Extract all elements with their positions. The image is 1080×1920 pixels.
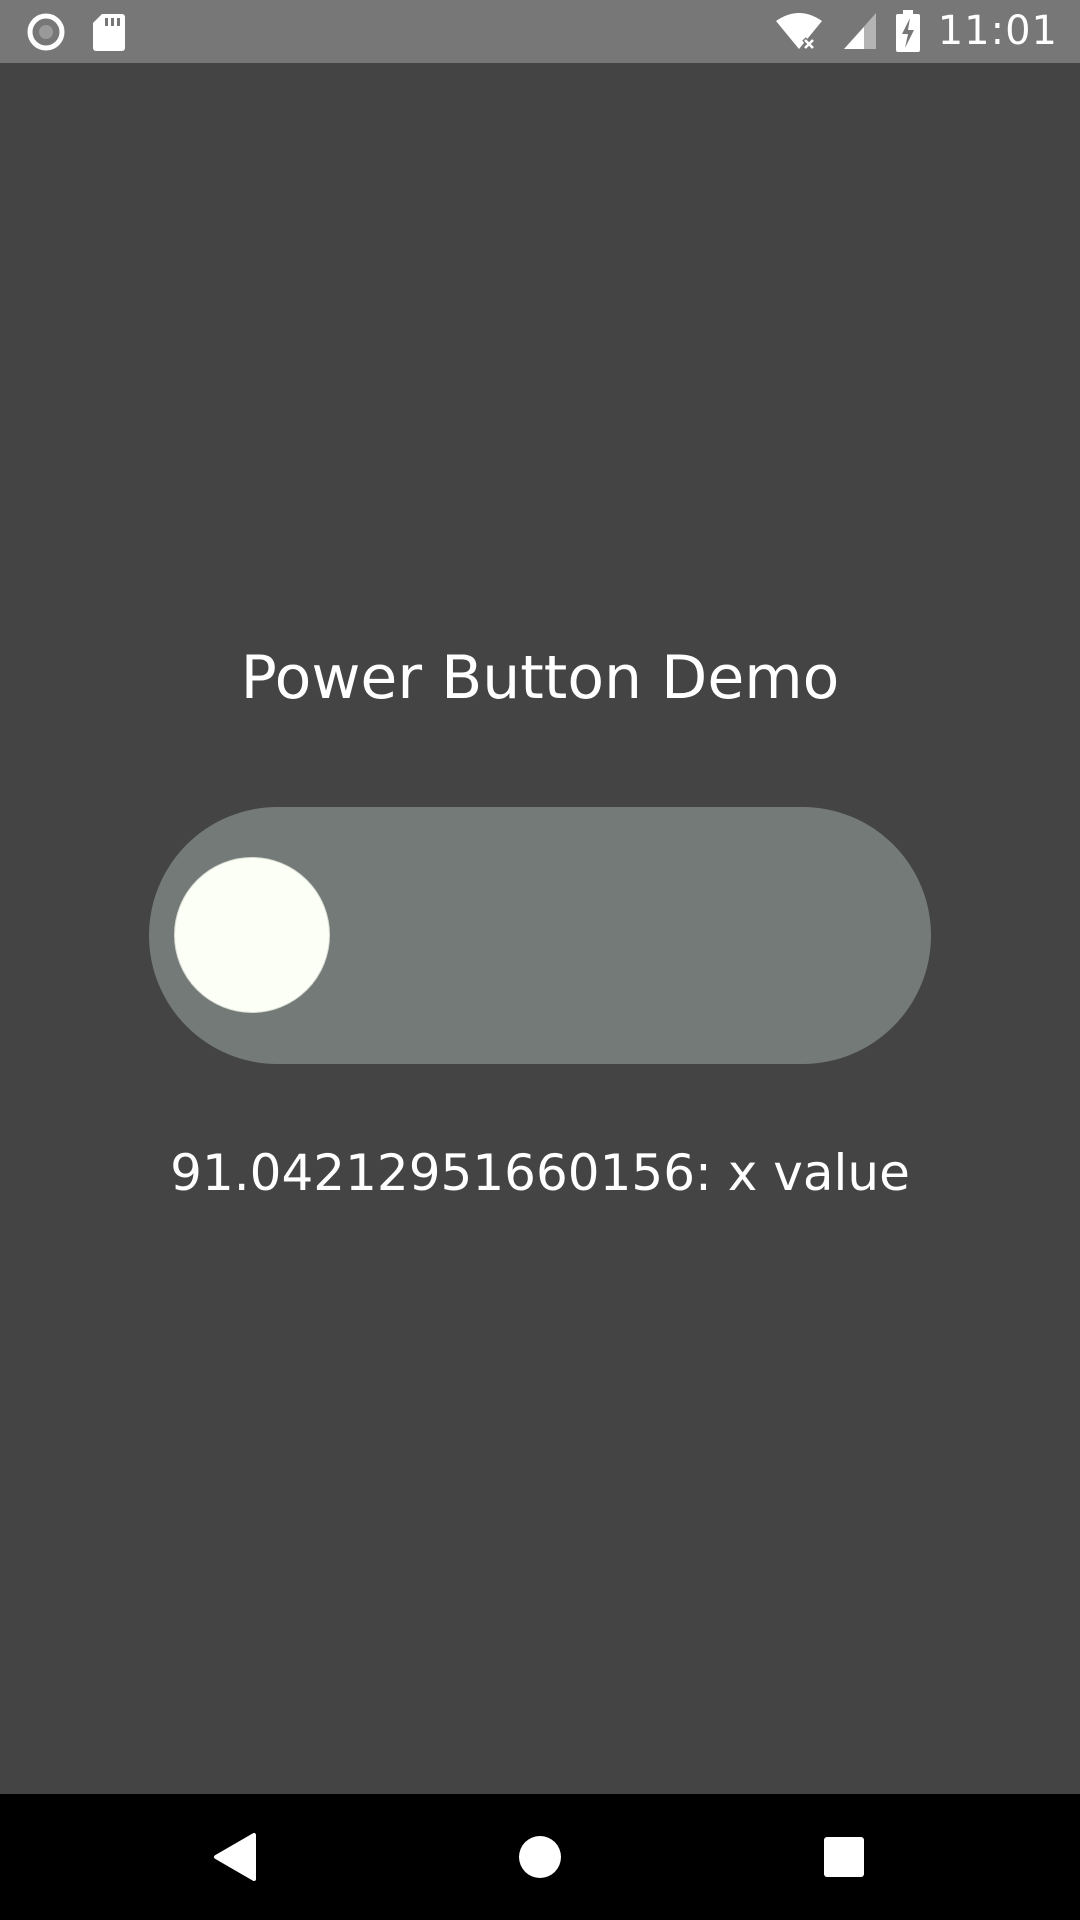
- main-content: Power Button Demo 91.04212951660156: x v…: [0, 63, 1080, 1794]
- home-icon: [510, 1827, 570, 1887]
- record-icon: [26, 12, 66, 52]
- page-title: Power Button Demo: [240, 643, 840, 713]
- power-toggle[interactable]: [149, 807, 931, 1064]
- status-bar-right: 11:01: [774, 8, 1058, 54]
- battery-charging-icon: [895, 10, 920, 52]
- status-time: 11:01: [937, 8, 1058, 54]
- wifi-no-internet-icon: [774, 11, 824, 51]
- back-button[interactable]: [206, 1827, 266, 1887]
- back-icon: [206, 1827, 266, 1887]
- recents-icon: [814, 1827, 874, 1887]
- recents-button[interactable]: [814, 1827, 874, 1887]
- cell-signal-icon: [842, 11, 878, 51]
- home-button[interactable]: [510, 1827, 570, 1887]
- x-value-text: 91.04212951660156: x value: [170, 1144, 910, 1202]
- navigation-bar: [0, 1794, 1080, 1920]
- sd-card-icon: [92, 12, 126, 52]
- toggle-knob[interactable]: [174, 857, 330, 1013]
- status-bar-left: [26, 12, 126, 52]
- status-bar: 11:01: [0, 0, 1080, 63]
